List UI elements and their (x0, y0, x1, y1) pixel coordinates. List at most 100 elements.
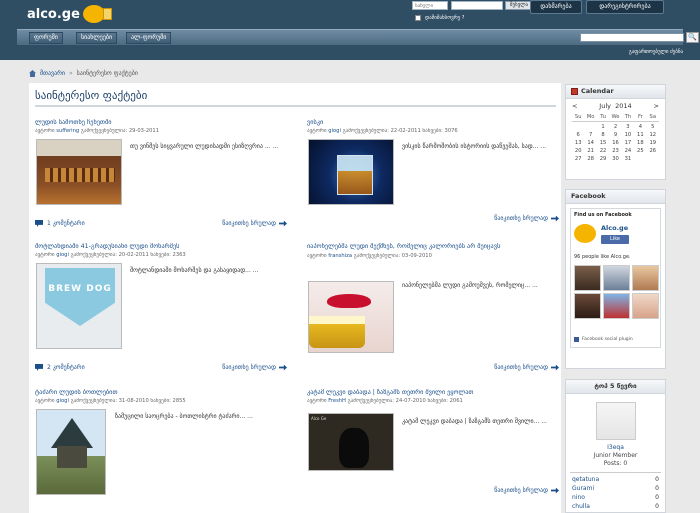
read-more-link[interactable]: წაიკითხე სრულად (222, 220, 287, 227)
remember-me[interactable]: დამიმახსოვრე ? (415, 15, 464, 21)
avatar[interactable] (595, 402, 636, 440)
article-thumbnail[interactable] (308, 139, 394, 205)
calendar-day[interactable]: 13 (572, 140, 584, 146)
fan-avatar[interactable] (574, 293, 601, 319)
read-more-link[interactable]: წაიკითხე სრულად (494, 487, 559, 494)
comments-link[interactable]: 2 კომენტარი (35, 364, 85, 371)
brewdog-logo-text: BREW DOG (48, 284, 112, 294)
calendar-day[interactable]: 9 (609, 132, 621, 138)
article-excerpt: კატამ ლეკვი დაბადა | ზაზგამს თეთრი შვილი… (402, 418, 547, 425)
calendar-day[interactable]: 15 (597, 140, 609, 146)
calendar-day[interactable]: 4 (634, 124, 646, 130)
fan-avatar[interactable] (632, 293, 659, 319)
puppy-shape (339, 428, 369, 468)
article-title[interactable]: ტაძარი ლუდის ბოთლებით (35, 389, 287, 396)
fan-avatar[interactable] (603, 293, 630, 319)
calendar-day (572, 124, 584, 130)
calendar-next-button[interactable]: > (654, 102, 659, 110)
article-thumbnail[interactable]: Alco Ge (308, 413, 394, 471)
login-button[interactable]: შესვლა (505, 1, 533, 10)
author-link[interactable]: giogi (328, 128, 341, 134)
calendar-day[interactable]: 21 (584, 148, 596, 154)
remember-checkbox[interactable] (415, 15, 421, 21)
home-icon[interactable] (29, 70, 36, 77)
tab-al-forum[interactable]: ალ-ფორუმი (126, 32, 172, 44)
fb-social-plugin[interactable]: Facebook social plugin (574, 337, 633, 342)
poster-row[interactable]: chulla 0 (566, 502, 665, 511)
breadcrumb-home[interactable]: მთავარი (40, 70, 65, 77)
calendar-day[interactable]: 12 (647, 132, 659, 138)
article-title[interactable]: იაპონელებმა ლუდი შექმნეს, რომელიც კალორი… (307, 243, 559, 251)
advanced-search-link[interactable]: გაფართოებული ძებნა (629, 49, 683, 55)
calendar-day[interactable]: 18 (634, 140, 646, 146)
calendar-day[interactable]: 10 (622, 132, 634, 138)
fan-avatar[interactable] (574, 265, 601, 291)
article-thumbnail[interactable]: BREW DOG (36, 263, 122, 349)
calendar-day[interactable]: 24 (622, 148, 634, 154)
fb-page-name[interactable]: Alco.ge (601, 224, 628, 232)
calendar-day[interactable]: 6 (572, 132, 584, 138)
calendar-day[interactable]: 25 (634, 148, 646, 154)
password-input[interactable] (451, 1, 503, 10)
nav-bar: ფორუმი სიახლეები ალ-ფორუმი 🔍 (17, 29, 699, 45)
article-title[interactable]: შოტლანდიაში 41-გრადუსიანი ლუდი მოხარშეს (35, 243, 287, 250)
help-button[interactable]: დახმარება (530, 0, 582, 14)
calendar-day[interactable]: 20 (572, 148, 584, 154)
calendar-prev-button[interactable]: < (572, 102, 577, 110)
search-input[interactable] (580, 33, 684, 42)
fb-fan-faces (574, 265, 662, 319)
calendar-day[interactable]: 19 (647, 140, 659, 146)
calendar-day[interactable]: 3 (622, 124, 634, 130)
username-input[interactable] (412, 1, 448, 10)
comments-link[interactable]: 1 კომენტარი (35, 220, 85, 227)
calendar-day[interactable]: 31 (622, 156, 634, 162)
author-link[interactable]: FreshH (328, 398, 346, 404)
read-more-link[interactable]: წაიკითხე სრულად (494, 215, 559, 222)
calendar-day[interactable]: 30 (609, 156, 621, 162)
article-thumbnail[interactable] (36, 409, 106, 495)
article-thumbnail[interactable] (36, 139, 122, 205)
facebook-icon (574, 337, 579, 342)
tab-news[interactable]: სიახლეები (76, 32, 118, 44)
read-more-link[interactable]: წაიკითხე სრულად (494, 364, 559, 371)
author-link[interactable]: franshiza (328, 253, 352, 259)
tab-forum[interactable]: ფორუმი (29, 32, 63, 44)
article-thumbnail[interactable] (308, 281, 394, 353)
calendar-day[interactable]: 22 (597, 148, 609, 154)
search-icon[interactable]: 🔍 (686, 32, 699, 43)
author-link[interactable]: giogi (56, 252, 69, 258)
author-link[interactable]: giogi (56, 398, 69, 404)
title-divider (35, 105, 556, 107)
article-meta: ავტორი giogi გამოქვეყნებულია: 22-02-2011… (307, 128, 458, 134)
calendar-day[interactable]: 8 (597, 132, 609, 138)
calendar-day[interactable]: 2 (609, 124, 621, 130)
fan-avatar[interactable] (603, 265, 630, 291)
fb-like-button[interactable]: Like (601, 235, 629, 244)
article-title[interactable]: კატამ ლეკვი დაბადა | ზაზგამს თეთრი შვილი… (307, 389, 559, 396)
site-logo[interactable]: alco.ge (27, 3, 112, 25)
featured-poster-name[interactable]: I3eqa (566, 444, 665, 451)
calendar-day[interactable]: 27 (572, 156, 584, 162)
calendar-day[interactable]: 7 (584, 132, 596, 138)
calendar-day[interactable]: 1 (597, 124, 609, 130)
calendar-day[interactable]: 5 (647, 124, 659, 130)
calendar-day[interactable]: 17 (622, 140, 634, 146)
calendar-day[interactable]: 16 (609, 140, 621, 146)
article-title[interactable]: ვისკი (307, 119, 559, 126)
calendar-day[interactable]: 14 (584, 140, 596, 146)
read-more-link[interactable]: წაიკითხე სრულად (222, 364, 287, 371)
calendar-day[interactable]: 11 (634, 132, 646, 138)
fb-page-avatar[interactable] (574, 224, 596, 243)
poster-row[interactable]: Gurami 0 (566, 484, 665, 493)
calendar-day[interactable]: 29 (597, 156, 609, 162)
fan-avatar[interactable] (632, 265, 659, 291)
calendar-day[interactable]: 26 (647, 148, 659, 154)
poster-row[interactable]: nino 0 (566, 493, 665, 502)
calendar-day[interactable]: 23 (609, 148, 621, 154)
register-button[interactable]: დარეგისტრირება (586, 0, 664, 14)
article-title[interactable]: ლუდის სამოთხე ჩეხეთში (35, 119, 287, 126)
poster-row[interactable]: qetatuna 0 (566, 475, 665, 484)
calendar-day[interactable]: 28 (584, 156, 596, 162)
author-link[interactable]: suffering (56, 128, 79, 134)
calendar-grid: Su Mo Tu We Th Fr Sa 1 2 3 4 5 6 7 8 9 10 11 12 13 14 15 16 17 1… (572, 114, 659, 162)
